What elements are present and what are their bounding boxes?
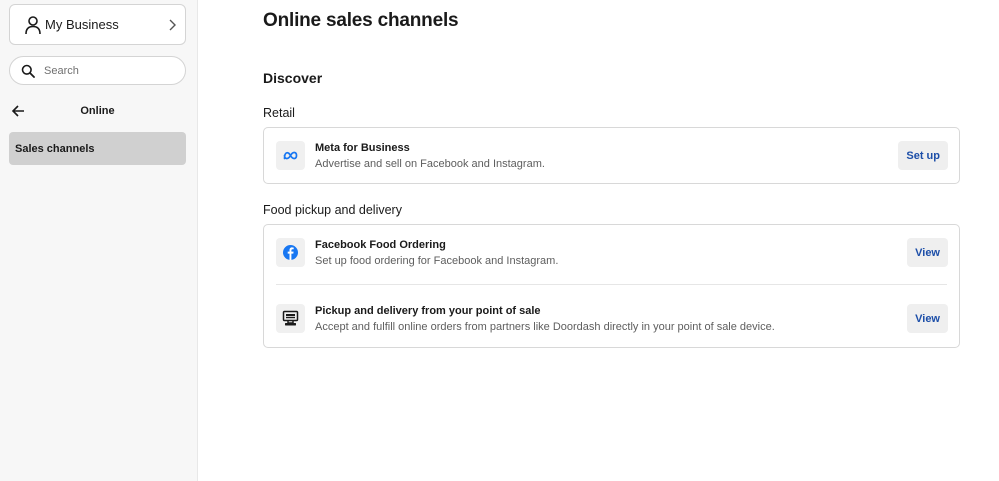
chevron-right-icon [169, 19, 176, 31]
channel-name: Facebook Food Ordering [315, 239, 446, 251]
view-button[interactable]: View [907, 238, 948, 267]
view-button[interactable]: View [907, 304, 948, 333]
sidebar-section-header: Online [0, 100, 198, 122]
sidebar-item-sales-channels[interactable]: Sales channels [9, 132, 186, 165]
person-icon [25, 16, 41, 35]
sidebar-item-label: Sales channels [15, 143, 95, 155]
facebook-icon [276, 238, 305, 267]
channel-description: Accept and fulfill online orders from pa… [315, 321, 775, 333]
sidebar: My Business Online Sales channels [0, 0, 198, 481]
search-box [9, 56, 186, 85]
channel-row: Facebook Food Ordering Set up food order… [264, 225, 959, 283]
main-content: Online sales channels Discover Retail Me… [263, 0, 963, 481]
set-up-button[interactable]: Set up [898, 141, 948, 170]
meta-icon [276, 141, 305, 170]
search-input[interactable] [44, 62, 174, 80]
divider [276, 284, 947, 285]
business-name: My Business [45, 17, 119, 32]
channel-row: Meta for Business Advertise and sell on … [264, 128, 959, 186]
channel-description: Set up food ordering for Facebook and In… [315, 255, 559, 267]
discover-heading: Discover [263, 70, 323, 86]
sidebar-section-title: Online [80, 105, 115, 117]
channel-name: Pickup and delivery from your point of s… [315, 305, 541, 317]
channel-row: Pickup and delivery from your point of s… [264, 291, 959, 349]
section-heading-retail: Retail [263, 106, 295, 120]
food-card: Facebook Food Ordering Set up food order… [263, 224, 960, 348]
point-of-sale-icon [276, 304, 305, 333]
channel-name: Meta for Business [315, 142, 410, 154]
search-icon [21, 64, 35, 78]
retail-card: Meta for Business Advertise and sell on … [263, 127, 960, 184]
page-title: Online sales channels [263, 10, 459, 31]
business-switcher[interactable]: My Business [9, 4, 186, 45]
channel-description: Advertise and sell on Facebook and Insta… [315, 158, 545, 170]
section-heading-food: Food pickup and delivery [263, 203, 402, 217]
